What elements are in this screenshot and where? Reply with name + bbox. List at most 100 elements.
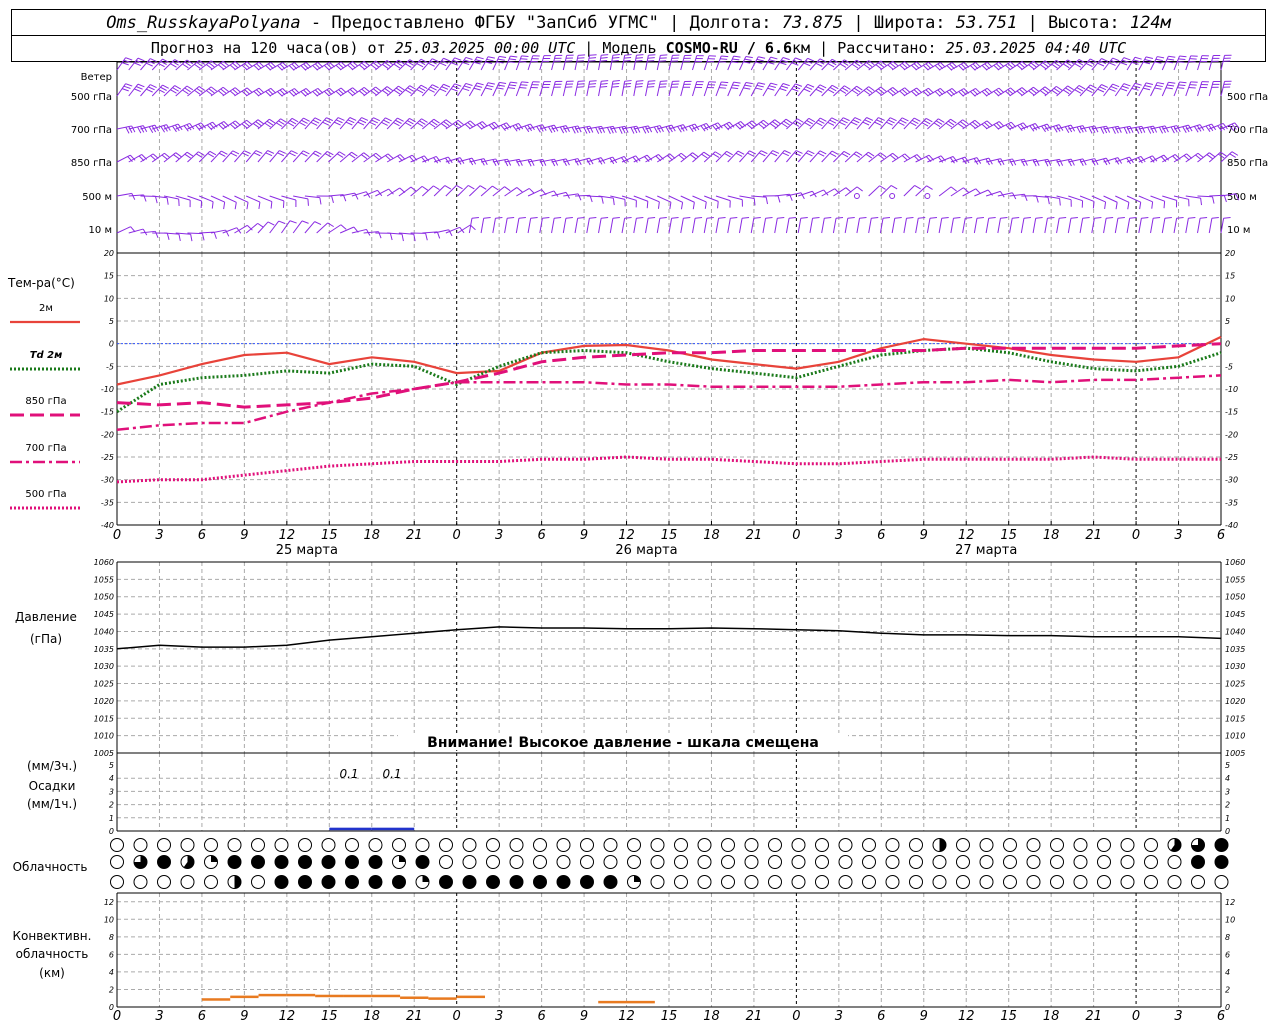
conv-label: Конвективн. (13, 929, 92, 943)
cloud-symbol-fill (275, 875, 288, 889)
wind-barb-feather (444, 185, 452, 190)
wind-barb-shaft (938, 218, 943, 234)
wind-barb-feather (853, 153, 861, 158)
wind-barb-shaft (762, 56, 772, 71)
wind-barb-shaft (1197, 81, 1203, 97)
cloud-symbol-fill (1191, 855, 1205, 869)
cloud-symbol (321, 838, 336, 852)
temp-ytick-label: -15 (101, 408, 114, 417)
wind-barb-feather (421, 185, 429, 191)
wind-barb-feather (777, 217, 785, 219)
wind-barb-feather (194, 63, 201, 69)
wind-barb-shaft (680, 218, 684, 234)
wind-barb-feather (419, 120, 426, 125)
wind-barb-feather (553, 190, 559, 197)
wind-barb-feather (1094, 217, 1102, 219)
pressure-ylabel-unit: (гПа) (30, 632, 62, 646)
wind-barb-shaft (1220, 81, 1226, 97)
wind-barb-shaft (621, 81, 626, 97)
wind-barb-feather (270, 201, 273, 209)
wind-barb-feather (393, 63, 401, 69)
wind-barb-feather (208, 62, 215, 68)
precip-annotation: 0.1 (382, 767, 401, 781)
wind-barb-feather (407, 87, 414, 92)
wind-barb-feather (280, 118, 287, 123)
wind-barb-feather (1100, 127, 1105, 134)
cloud-symbol-fill (422, 875, 429, 882)
wind-barb-feather (921, 122, 929, 127)
temp-xtick-label: 12 (958, 528, 975, 543)
wind-barb-feather (397, 117, 404, 122)
cloud-symbol (1120, 855, 1135, 869)
wind-barb-shaft (715, 195, 731, 202)
temp-xtick-label: 12 (618, 528, 635, 543)
conv-xtick-label: 21 (746, 1009, 763, 1024)
cloud-symbol (157, 838, 171, 852)
wind-barb-feather (1157, 56, 1165, 59)
wind-barb-feather (410, 186, 417, 192)
temp-ytick-label-right: 20 (1225, 249, 1235, 258)
wind-barb-feather (1023, 158, 1028, 166)
wind-barb-shaft (809, 189, 824, 197)
cloud-symbol-fill (399, 855, 406, 862)
wind-barb-feather (404, 122, 412, 127)
wind-barb-feather (720, 84, 728, 86)
cloud-symbol (110, 875, 124, 889)
wind-barb-feather (265, 152, 273, 157)
wind-barb-feather (843, 150, 851, 156)
wind-barb-feather (612, 54, 620, 56)
wind-barb-shaft (668, 55, 673, 71)
conv-xtick-label: 9 (920, 1009, 928, 1024)
conv-ytick-label: 6 (109, 950, 114, 959)
cloud-symbol (768, 855, 782, 869)
wind-barb-feather (230, 152, 238, 157)
cloud-symbol (345, 838, 359, 852)
wind-barb-feather (246, 202, 249, 210)
conv-xtick-label: 3 (495, 1009, 503, 1024)
wind-barb-feather (807, 57, 815, 62)
pressure-line (116, 626, 1222, 650)
wind-barb-feather (123, 85, 131, 89)
wind-barb-feather (612, 198, 615, 206)
wind-barb-shaft (974, 189, 989, 197)
wind-barb-feather (859, 217, 867, 219)
wind-level-label: 700 гПа (71, 125, 112, 136)
wind-barb-feather (319, 197, 322, 205)
wind-barb-feather (314, 117, 322, 122)
wind-barb-shaft (245, 195, 261, 203)
wind-barb-feather (1153, 125, 1158, 133)
wind-barb-feather (518, 159, 523, 166)
wind-barb-feather (454, 57, 462, 61)
wind-level-label: Ветер (81, 72, 112, 83)
day-label: 26 марта (615, 543, 677, 558)
wind-barb-feather (1085, 62, 1093, 68)
cloud-symbol-fill (298, 875, 312, 889)
cloud-symbol (1097, 875, 1111, 889)
cloud-symbol (251, 875, 265, 889)
wind-barb-feather (542, 217, 550, 219)
pres-ytick-label-right: 1010 (1225, 732, 1245, 741)
cloud-symbol-fill (345, 855, 359, 869)
wind-barb-feather (425, 233, 428, 241)
wind-barb-feather (527, 159, 532, 167)
temp-ytick-label-right: -15 (1225, 408, 1238, 417)
wind-barb-feather (962, 119, 969, 125)
conv-xtick-label: 12 (618, 1009, 635, 1024)
wind-barb-feather (291, 150, 298, 155)
cloud-symbol (791, 855, 806, 869)
wind-barb-shaft (645, 81, 649, 97)
cloud-symbol-fill (416, 855, 429, 869)
wind-barb-feather (441, 86, 449, 90)
wind-barb-feather (234, 202, 237, 210)
wind-barb-feather (854, 117, 862, 121)
wind-barb-feather (876, 119, 883, 124)
wind-barb-shaft (598, 81, 602, 97)
wind-barb-feather (1042, 88, 1049, 94)
wind-barb-feather (733, 81, 741, 84)
temp-ytick-label: -5 (106, 362, 114, 371)
wind-barb-feather (509, 58, 517, 61)
wind-barb-feather (146, 88, 153, 93)
wind-barb-feather (194, 89, 201, 95)
wind-barb-feather (190, 234, 193, 242)
cloud-symbol (697, 875, 712, 889)
